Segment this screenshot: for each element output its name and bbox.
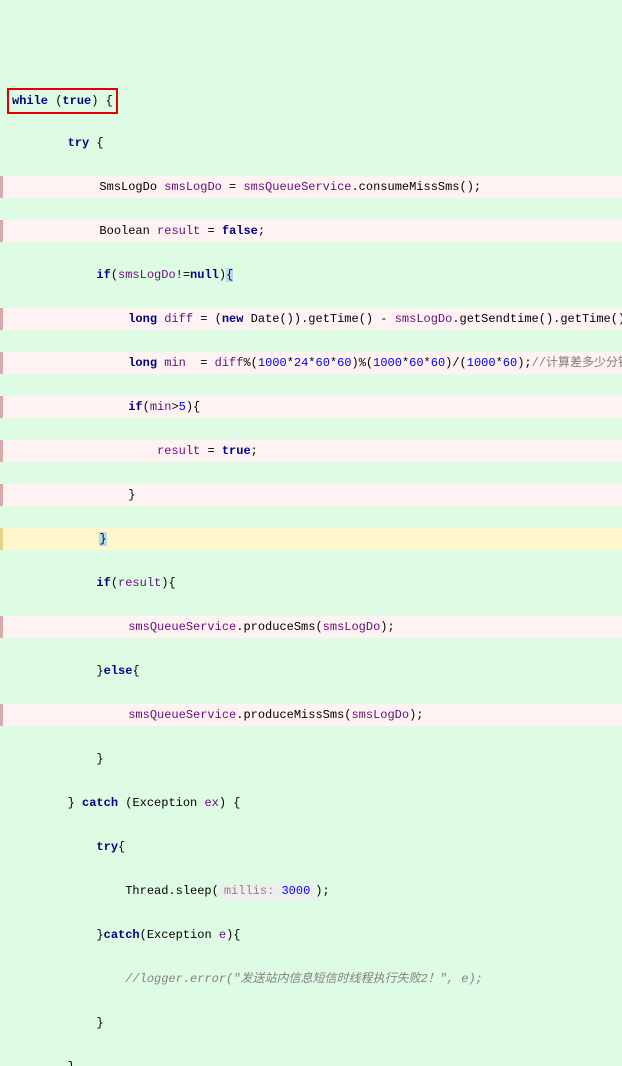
param-hint: millis: 3000: [219, 883, 315, 899]
kw-long: long: [128, 312, 157, 326]
code-line-ifresult: if(result){: [0, 572, 622, 594]
kw-true: true: [62, 94, 91, 108]
code-line-diff: long diff = (new Date()).getTime() - sms…: [0, 308, 622, 330]
code-line-closebrace2: }: [0, 748, 622, 770]
code-line-producesms: smsQueueService.produceSms(smsLogDo);: [0, 616, 622, 638]
code-line-sleep: Thread.sleep(millis: 3000);: [0, 880, 622, 902]
var: smsLogDo: [164, 180, 222, 194]
kw-false: false: [222, 224, 258, 238]
code-line-try2: try{: [0, 836, 622, 858]
var: result: [157, 224, 200, 238]
type: Boolean: [99, 224, 149, 238]
code-line-min: long min = diff%(1000*24*60*60)%(1000*60…: [0, 352, 622, 374]
code-line-catch: } catch (Exception ex) {: [0, 792, 622, 814]
code-line-ifnull: if(smsLogDo!=null){: [0, 264, 622, 286]
kw-new: new: [222, 312, 244, 326]
comment: //计算差多少分钟: [532, 356, 622, 370]
var: smsQueueService: [243, 180, 351, 194]
code-line-result-true: result = true;: [0, 440, 622, 462]
code-line-catch2: }catch(Exception e){: [0, 924, 622, 946]
code-line-consume: SmsLogDo smsLogDo = smsQueueService.cons…: [0, 176, 622, 198]
comment: //logger.error("发送站内信息短信时线程执行失败2！", e);: [125, 972, 483, 986]
code-line-close4: }: [0, 1056, 622, 1066]
code-line-closebrace: }: [0, 484, 622, 506]
code-line-bool: Boolean result = false;: [0, 220, 622, 242]
code-line-else: }else{: [0, 660, 622, 682]
kw-null: null: [190, 268, 219, 282]
code-line-ifmin: if(min>5){: [0, 396, 622, 418]
code-line-try: try {: [0, 132, 622, 154]
code-line-logger: //logger.error("发送站内信息短信时线程执行失败2！", e);: [0, 968, 622, 990]
code-line-closebrace-hl: }: [0, 528, 622, 550]
kw-catch: catch: [82, 796, 118, 810]
code-line-close3: }: [0, 1012, 622, 1034]
type: SmsLogDo: [99, 180, 157, 194]
kw-while: while: [12, 94, 48, 108]
kw-try: try: [68, 136, 90, 150]
kw-else: else: [104, 664, 133, 678]
brace-hl: {: [226, 268, 233, 282]
kw-if: if: [96, 268, 110, 282]
brace-hl: }: [99, 532, 106, 546]
code-line-producemiss: smsQueueService.produceMissSms(smsLogDo)…: [0, 704, 622, 726]
code-line-while: while (true) {: [0, 88, 622, 110]
